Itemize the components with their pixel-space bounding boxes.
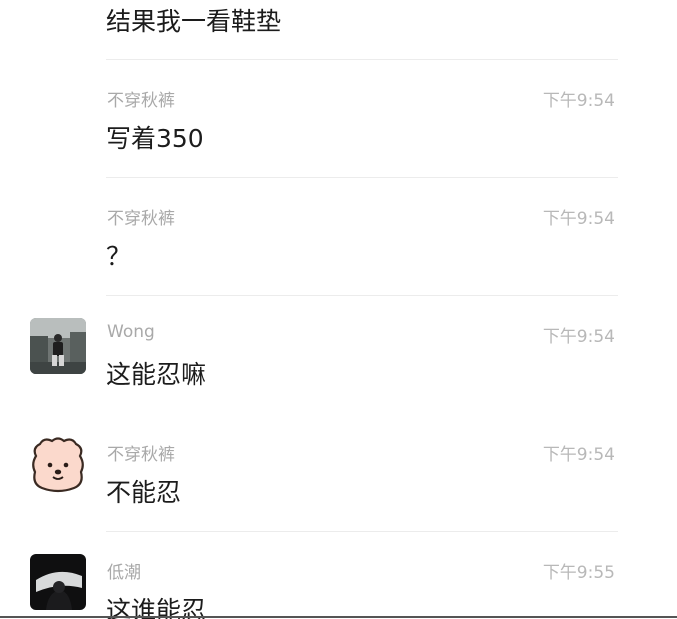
dark-photo-icon bbox=[30, 554, 86, 610]
divider bbox=[106, 177, 618, 178]
divider bbox=[106, 59, 618, 60]
message-time: 下午9:55 bbox=[542, 563, 615, 583]
message-time: 下午9:54 bbox=[542, 91, 615, 111]
divider bbox=[106, 531, 618, 532]
message-time: 下午9:54 bbox=[542, 209, 615, 229]
divider bbox=[106, 295, 618, 296]
sender-name[interactable]: 低潮 bbox=[107, 558, 141, 583]
message-text: 不能忍 bbox=[106, 478, 182, 507]
chat-message-list[interactable]: 结果我一看鞋垫 不穿秋裤 下午9:54 写着350 不穿秋裤 下午9:54 ？ bbox=[0, 0, 677, 619]
message-text: 结果我一看鞋垫 bbox=[106, 7, 282, 36]
message-time: 下午9:54 bbox=[542, 327, 615, 347]
photo-avatar[interactable] bbox=[30, 318, 86, 374]
message-text: 这谁能忍 bbox=[106, 596, 207, 619]
message-text: 这能忍嘛 bbox=[106, 360, 207, 389]
person-photo-icon bbox=[30, 318, 86, 374]
dark-photo-avatar[interactable] bbox=[30, 554, 86, 610]
sender-name[interactable]: 不穿秋裤 bbox=[107, 86, 175, 111]
message-text: ？ bbox=[106, 242, 132, 271]
bottom-border bbox=[0, 616, 677, 618]
sender-name[interactable]: 不穿秋裤 bbox=[107, 440, 175, 465]
bear-face-avatar[interactable] bbox=[28, 434, 88, 494]
message-text: 写着350 bbox=[106, 124, 204, 153]
bear-face-icon bbox=[28, 434, 88, 494]
sender-name[interactable]: 不穿秋裤 bbox=[107, 204, 175, 229]
message-time: 下午9:54 bbox=[542, 445, 615, 465]
sender-name[interactable]: Wong bbox=[107, 322, 155, 342]
